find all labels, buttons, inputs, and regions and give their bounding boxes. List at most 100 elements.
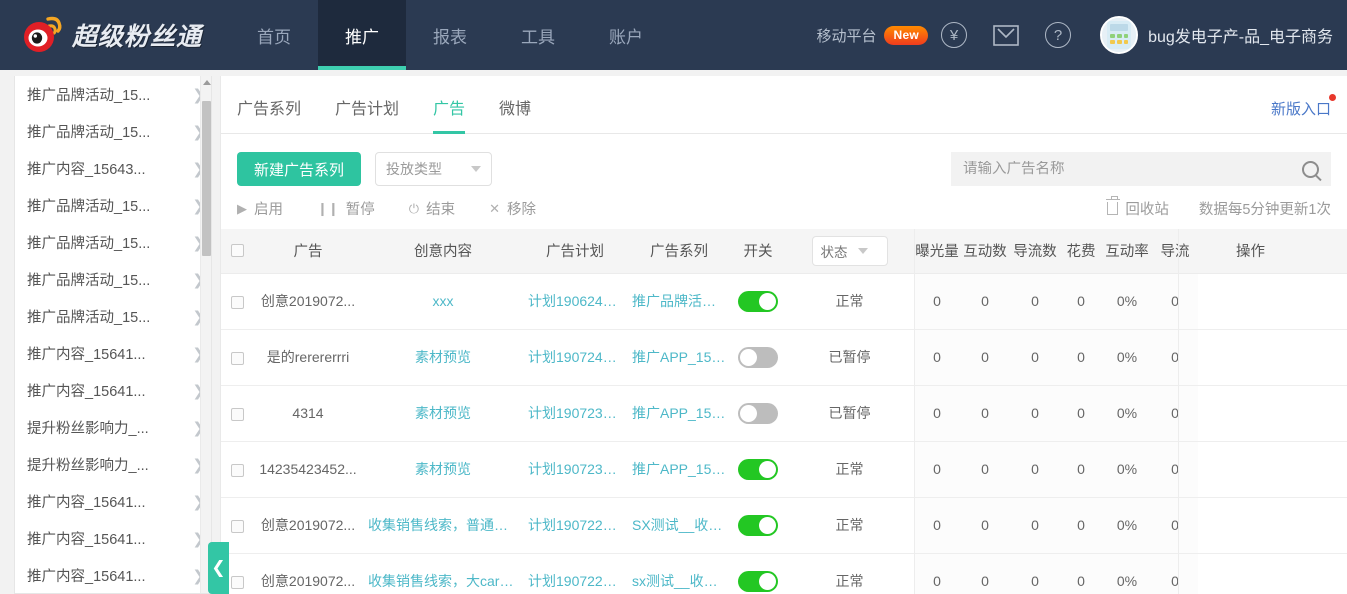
sidebar-item-1[interactable]: 推广品牌活动_15... ❯	[15, 113, 211, 150]
col-impressions[interactable]: 曝光量	[914, 229, 960, 273]
row-checkbox[interactable]	[231, 352, 244, 365]
campaign-link[interactable]: sx测试__收集...	[627, 571, 731, 591]
sidebar-item-2[interactable]: 推广内容_15643... ❯	[15, 150, 211, 187]
col-ad[interactable]: 广告	[253, 229, 363, 273]
new-version-entry-link[interactable]: 新版入口	[1271, 98, 1331, 133]
balance-button[interactable]: ¥	[928, 0, 980, 70]
col-cost[interactable]: 花费	[1060, 229, 1102, 273]
sidebar-item-8[interactable]: 推广内容_15641... ❯	[15, 372, 211, 409]
col-campaign[interactable]: 广告系列	[627, 229, 731, 273]
sidebar-item-5[interactable]: 推广品牌活动_15... ❯	[15, 261, 211, 298]
status-toggle[interactable]	[738, 291, 778, 312]
search-box[interactable]	[951, 152, 1331, 186]
status-toggle[interactable]	[738, 515, 778, 536]
table-row[interactable]: 创意2019072...xxx计划1906240...推广品牌活动_...正常0…	[221, 273, 1347, 329]
search-input[interactable]	[963, 161, 1302, 177]
status-cell: 已暂停	[785, 385, 914, 441]
nav-item-tools[interactable]: 工具	[494, 0, 582, 70]
recycle-bin-action[interactable]: 回收站	[1107, 198, 1169, 219]
sidebar-scrollbar[interactable]	[200, 76, 211, 593]
remove-action[interactable]: ✕ 移除	[489, 198, 536, 219]
sidebar-item-13[interactable]: 推广内容_15641... ❯	[15, 557, 211, 594]
creative-link[interactable]: 收集销售线索，普通博文-竖...	[363, 515, 523, 535]
col-switch[interactable]: 开关	[731, 229, 785, 273]
row-checkbox[interactable]	[231, 520, 244, 533]
status-toggle[interactable]	[738, 571, 778, 592]
brand-logo-area[interactable]: 超级粉丝通	[0, 0, 230, 70]
nav-item-home[interactable]: 首页	[230, 0, 318, 70]
table-row[interactable]: 4314素材预览计划1907231...推广APP_156...已暂停00000…	[221, 385, 1347, 441]
sidebar-item-6[interactable]: 推广品牌活动_15... ❯	[15, 298, 211, 335]
mobile-platform-link[interactable]: 移动平台 New	[816, 25, 928, 46]
row-checkbox[interactable]	[231, 408, 244, 421]
sidebar-item-10[interactable]: 提升粉丝影响力_... ❯	[15, 446, 211, 483]
campaign-link[interactable]: SX测试__收集...	[627, 515, 731, 535]
sidebar-item-4[interactable]: 推广品牌活动_15... ❯	[15, 224, 211, 261]
user-menu[interactable]: bug发电子产-品_电子商务	[1100, 16, 1333, 54]
plan-link[interactable]: 计划1907220...	[523, 515, 627, 535]
table-row[interactable]: 14235423452...素材预览计划1907231...推广APP_156.…	[221, 441, 1347, 497]
creative-link[interactable]: 收集销售线索，大card图文...	[363, 571, 523, 591]
nav-item-reports[interactable]: 报表	[406, 0, 494, 70]
sidebar-item-0[interactable]: 推广品牌活动_15... ❯	[15, 76, 211, 113]
campaign-cell: SX测试__收集...	[627, 497, 731, 553]
table-row[interactable]: 是的rerererrri素材预览计划1907240...推广APP_156...…	[221, 329, 1347, 385]
creative-link[interactable]: 素材预览	[363, 459, 523, 479]
status-filter-select[interactable]: 状态	[812, 236, 888, 266]
col-creative[interactable]: 创意内容	[363, 229, 523, 273]
weibo-eye-logo-icon	[22, 15, 66, 55]
impressions-cell: 0	[914, 273, 960, 329]
campaign-link[interactable]: 推广APP_156...	[627, 347, 731, 367]
creative-link[interactable]: 素材预览	[363, 403, 523, 423]
plan-link[interactable]: 计划1907231...	[523, 459, 627, 479]
plan-link[interactable]: 计划1907240...	[523, 347, 627, 367]
status-toggle[interactable]	[738, 403, 778, 424]
campaign-link[interactable]: 推广APP_156...	[627, 459, 731, 479]
nav-item-promotion[interactable]: 推广	[318, 0, 406, 70]
col-interaction-rate[interactable]: 互动率	[1102, 229, 1152, 273]
pause-action[interactable]: ❙❙ 暂停	[317, 198, 375, 219]
col-interactions[interactable]: 互动数	[960, 229, 1010, 273]
tab-ads[interactable]: 广告	[433, 95, 465, 133]
status-toggle[interactable]	[738, 347, 778, 368]
col-traffic[interactable]: 导流数	[1010, 229, 1060, 273]
sidebar-item-3[interactable]: 推广品牌活动_15... ❯	[15, 187, 211, 224]
create-campaign-button[interactable]: 新建广告系列	[237, 152, 361, 186]
col-plan[interactable]: 广告计划	[523, 229, 627, 273]
tab-label: 广告系列	[237, 101, 301, 118]
new-version-label: 新版入口	[1271, 101, 1331, 118]
creative-link[interactable]: xxx	[363, 293, 523, 309]
plan-link[interactable]: 计划1907231...	[523, 403, 627, 423]
sidebar-item-11[interactable]: 推广内容_15641... ❯	[15, 483, 211, 520]
tab-ad-plans[interactable]: 广告计划	[335, 95, 399, 133]
plan-link[interactable]: 计划1907220...	[523, 571, 627, 591]
row-checkbox[interactable]	[231, 464, 244, 477]
creative-cell: 素材预览	[363, 441, 523, 497]
search-icon[interactable]	[1302, 161, 1319, 178]
status-toggle[interactable]	[738, 459, 778, 480]
sidebar-scrollbar-thumb[interactable]	[202, 101, 211, 256]
enable-action[interactable]: ▶ 启用	[237, 198, 283, 219]
campaign-link[interactable]: 推广品牌活动_...	[627, 291, 731, 311]
sidebar-collapse-handle[interactable]: ❮	[208, 542, 229, 594]
select-all-checkbox[interactable]	[231, 244, 244, 257]
sidebar-item-7[interactable]: 推广内容_15641... ❯	[15, 335, 211, 372]
sidebar-item-9[interactable]: 提升粉丝影响力_... ❯	[15, 409, 211, 446]
help-button[interactable]: ?	[1032, 0, 1084, 70]
table-row[interactable]: 创意2019072...收集销售线索，大card图文...计划1907220..…	[221, 553, 1347, 594]
nav-item-account[interactable]: 账户	[582, 0, 670, 70]
scroll-up-arrow-icon[interactable]	[203, 80, 211, 85]
sidebar-item-12[interactable]: 推广内容_15641... ❯	[15, 520, 211, 557]
table-row[interactable]: 创意2019072...收集销售线索，普通博文-竖...计划1907220...…	[221, 497, 1347, 553]
row-checkbox[interactable]	[231, 576, 244, 589]
end-action[interactable]: ⏻ 结束	[409, 198, 455, 219]
delivery-type-select[interactable]: 投放类型	[375, 152, 492, 186]
col-traffic-rate[interactable]: 导流	[1152, 229, 1198, 273]
creative-link[interactable]: 素材预览	[363, 347, 523, 367]
messages-button[interactable]	[980, 0, 1032, 70]
tab-weibo[interactable]: 微博	[499, 95, 531, 133]
tab-campaigns[interactable]: 广告系列	[237, 95, 301, 133]
plan-link[interactable]: 计划1906240...	[523, 291, 627, 311]
campaign-link[interactable]: 推广APP_156...	[627, 403, 731, 423]
row-checkbox[interactable]	[231, 296, 244, 309]
